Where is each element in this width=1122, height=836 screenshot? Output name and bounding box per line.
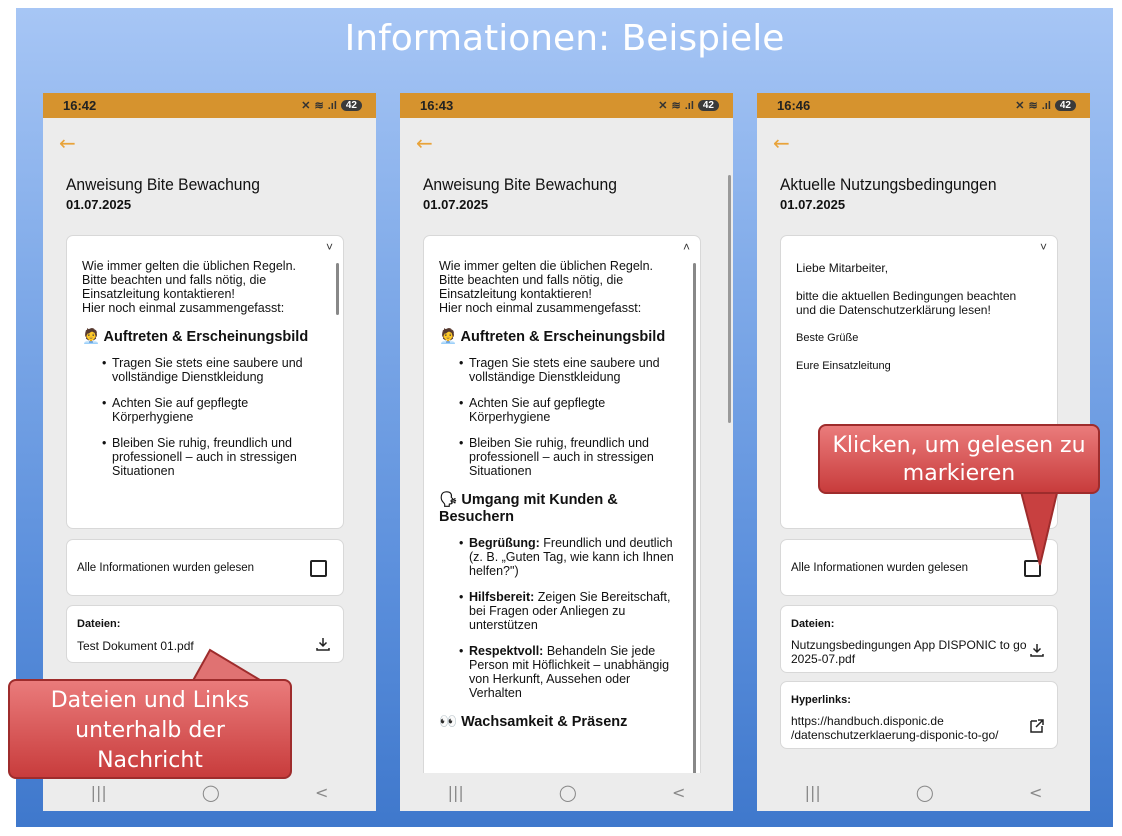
home-icon[interactable]: ◯ [202,783,220,802]
navigation-bar: ||| ◯ < [400,773,733,811]
list-item: • Hilfsbereit: Zeigen Sie Bereitschaft, b… [459,590,671,632]
back-arrow-icon[interactable]: ← [416,131,433,155]
battery-icon: 42 [340,100,362,111]
page-scrollbar[interactable] [728,175,731,423]
scrollbar[interactable] [693,263,696,811]
status-icons: ✕ ≋ .ıl 42 [1015,99,1076,112]
read-confirmation-card[interactable]: Alle Informationen wurden gelesen [66,539,344,596]
download-icon[interactable] [315,636,331,652]
recent-apps-icon[interactable]: ||| [448,783,464,802]
battery-icon: 42 [1054,100,1076,111]
signal-icon: .ıl [1041,99,1051,112]
status-bar: 16:43 ✕ ≋ .ıl 42 [400,93,733,118]
message-body: Wie immer gelten die üblichen Regeln. Bi… [439,259,682,741]
wifi-icon: ≋ [671,100,681,112]
signal-icon: .ıl [327,99,337,112]
recent-apps-icon[interactable]: ||| [805,783,821,802]
files-label: Dateien: [791,618,835,630]
callout-files-links: Dateien und Links unterhalb der Nachrich… [8,679,292,779]
status-time: 16:46 [777,98,811,113]
message-date: 01.07.2025 [66,197,132,212]
navigation-bar: ||| ◯ < [757,773,1090,811]
chevron-up-icon[interactable]: ˄ [683,240,690,254]
mute-icon: ✕ [1015,100,1025,112]
section-heading: 🧑‍💼 Auftreten & Erscheinungsbild [439,329,666,345]
external-link-icon[interactable] [1029,718,1045,734]
files-card: Dateien: Nutzungsbedingungen App DISPONI… [780,605,1058,673]
section-heading: 🗣 Umgang mit Kunden & Besuchern [439,492,618,525]
list-item: • Tragen Sie stets eine saubere und volls… [102,356,303,384]
callout-mark-read: Klicken, um gelesen zu markieren [818,424,1100,494]
list-item: • Bleiben Sie ruhig, freundlich und profe… [102,436,297,478]
message-body: Wie immer gelten die üblichen Regeln. Bi… [82,259,325,490]
recent-apps-icon[interactable]: ||| [91,783,107,802]
chevron-down-icon[interactable]: ˅ [326,240,333,254]
status-icons: ✕ ≋ .ıl 42 [301,99,362,112]
scrollbar[interactable] [336,263,339,315]
nav-back-icon[interactable]: < [672,783,685,802]
mute-icon: ✕ [301,100,311,112]
message-title: Anweisung Bite Bewachung [66,175,260,194]
file-name[interactable]: Test Dokument 01.pdf [77,639,194,653]
message-date: 01.07.2025 [780,197,846,212]
read-checkbox[interactable] [310,560,327,577]
status-bar: 16:42 ✕ ≋ .ıl 42 [43,93,376,118]
wifi-icon: ≋ [314,100,324,112]
list-item: • Achten Sie auf gepflegte Körperhygiene [102,396,249,424]
mute-icon: ✕ [658,100,668,112]
read-confirmation-label: Alle Informationen wurden gelesen [77,562,255,574]
hyperlinks-label: Hyperlinks: [791,694,851,706]
nav-back-icon[interactable]: < [315,783,328,802]
list-item: • Tragen Sie stets eine saubere und volls… [459,356,660,384]
slide-title: Informationen: Beispiele [344,18,785,59]
download-icon[interactable] [1029,642,1045,658]
chevron-down-icon[interactable]: ˅ [1040,240,1047,254]
back-arrow-icon[interactable]: ← [59,131,76,155]
list-item: • Bleiben Sie ruhig, freundlich und profe… [459,436,654,478]
nav-back-icon[interactable]: < [1029,783,1042,802]
message-body-card-expanded[interactable]: ˄ Wie immer gelten die üblichen Regeln. … [423,235,701,811]
list-item: • Respektvoll: Behandeln Sie jede Person … [459,644,670,700]
list-item: • Begrüßung: Freundlich und deutlich (z. … [459,536,674,578]
status-bar: 16:46 ✕ ≋ .ıl 42 [757,93,1090,118]
wifi-icon: ≋ [1028,100,1038,112]
status-time: 16:42 [63,98,97,113]
list-item: • Achten Sie auf gepflegte Körperhygiene [459,396,606,424]
section-heading: 🧑‍💼 Auftreten & Erscheinungsbild [82,329,309,345]
status-icons: ✕ ≋ .ıl 42 [658,99,719,112]
message-title: Aktuelle Nutzungsbedingungen [780,175,997,194]
hyperlinks-card: Hyperlinks: https://handbuch.disponic.de… [780,681,1058,749]
battery-icon: 42 [697,100,719,111]
file-name[interactable]: Nutzungsbedingungen App DISPONIC to go 2… [791,638,1027,666]
signal-icon: .ıl [684,99,694,112]
message-title: Anweisung Bite Bewachung [423,175,617,194]
home-icon[interactable]: ◯ [559,783,577,802]
status-time: 16:43 [420,98,454,113]
message-date: 01.07.2025 [423,197,489,212]
home-icon[interactable]: ◯ [916,783,934,802]
hyperlink[interactable]: https://handbuch.disponic.de /datenschut… [791,714,998,742]
files-label: Dateien: [77,618,121,630]
message-body: Liebe Mitarbeiter, bitte die aktuellen B… [796,261,1017,372]
section-heading: 👀 Wachsamkeit & Präsenz [439,714,628,730]
message-body-card[interactable]: ˅ Wie immer gelten die üblichen Regeln. … [66,235,344,529]
phone-screen-2: 16:43 ✕ ≋ .ıl 42 ← Anweisung Bite Bewach… [400,93,733,811]
back-arrow-icon[interactable]: ← [773,131,790,155]
read-confirmation-label: Alle Informationen wurden gelesen [791,562,969,574]
